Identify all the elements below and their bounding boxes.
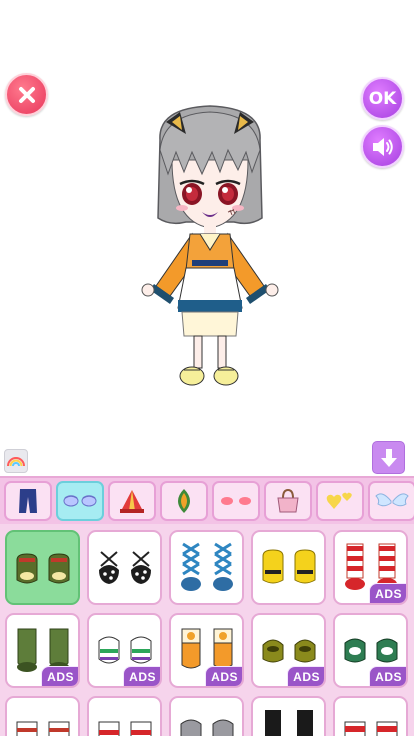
item-red-striped-boots[interactable]: ADS xyxy=(333,530,408,605)
pants-icon xyxy=(19,489,37,513)
ok-button[interactable]: OK xyxy=(361,77,404,120)
red-shoes-icon xyxy=(344,721,397,736)
ads-badge: ADS xyxy=(287,666,324,686)
item-red-white-shoes[interactable] xyxy=(87,696,162,736)
ads-badge: ADS xyxy=(123,666,160,686)
ads-badge: ADS xyxy=(369,666,406,686)
item-yellow-flats[interactable] xyxy=(251,530,326,605)
tab-bag[interactable] xyxy=(264,481,312,521)
category-tab-bar xyxy=(0,476,414,524)
tab-eyes[interactable] xyxy=(56,481,104,521)
item-red-shoes[interactable] xyxy=(333,696,408,736)
tab-pants[interactable] xyxy=(4,481,52,521)
speaker-icon xyxy=(372,137,393,156)
yellow-flats-icon xyxy=(262,548,315,583)
rainbow-icon xyxy=(7,457,25,467)
blue-lace-boots-icon xyxy=(180,542,233,591)
item-black-boots[interactable] xyxy=(251,696,326,736)
red-white-shoes-icon xyxy=(98,721,151,736)
item-orange-flower-boots[interactable]: ADS xyxy=(169,613,244,688)
item-green-shoes[interactable] xyxy=(5,530,80,605)
items-grid: ADS ADS ADS ADS ADS ADS xyxy=(5,530,408,736)
green-shoes-icon xyxy=(16,552,69,583)
collapse-panel-button[interactable] xyxy=(372,441,405,474)
black-boots-icon xyxy=(264,709,313,736)
tab-blush[interactable] xyxy=(212,481,260,521)
ads-badge: ADS xyxy=(369,583,406,603)
ok-button-label: OK xyxy=(368,88,397,109)
item-red-sneakers[interactable] xyxy=(5,696,80,736)
item-olive-shoes[interactable]: ADS xyxy=(251,613,326,688)
tab-hat[interactable] xyxy=(108,481,156,521)
hearts-icon xyxy=(326,492,352,509)
wings-icon xyxy=(375,493,409,507)
background-color-button[interactable] xyxy=(4,449,28,473)
item-green-clogs[interactable]: ADS xyxy=(333,613,408,688)
tab-wings[interactable] xyxy=(368,481,414,521)
item-green-boots[interactable]: ADS xyxy=(5,613,80,688)
dress-up-screen: OK ADS ADS ADS ADS ADS ADS xyxy=(0,0,414,736)
leaf-brooch-icon xyxy=(178,489,190,513)
tab-accessory[interactable] xyxy=(160,481,208,521)
blush-icon xyxy=(221,497,251,505)
item-gray-shoes[interactable] xyxy=(169,696,244,736)
item-blue-lace-boots[interactable] xyxy=(169,530,244,605)
close-icon xyxy=(18,86,35,103)
handbag-icon xyxy=(277,488,299,513)
gray-shoes-icon xyxy=(180,719,233,736)
chibi-character xyxy=(141,105,279,386)
items-panel: ADS ADS ADS ADS ADS ADS xyxy=(0,524,414,736)
close-button[interactable] xyxy=(5,73,48,116)
arrow-down-icon xyxy=(380,448,397,467)
ads-badge: ADS xyxy=(205,666,242,686)
ads-badge: ADS xyxy=(41,666,78,686)
item-black-dotted-shoes[interactable] xyxy=(87,530,162,605)
eyes-icon xyxy=(63,495,97,507)
tab-hearts[interactable] xyxy=(316,481,364,521)
item-green-sneakers[interactable]: ADS xyxy=(87,613,162,688)
red-sneakers-icon xyxy=(16,721,69,736)
sound-button[interactable] xyxy=(361,125,404,168)
hat-icon xyxy=(120,490,144,513)
black-dotted-shoes-icon xyxy=(98,550,151,584)
